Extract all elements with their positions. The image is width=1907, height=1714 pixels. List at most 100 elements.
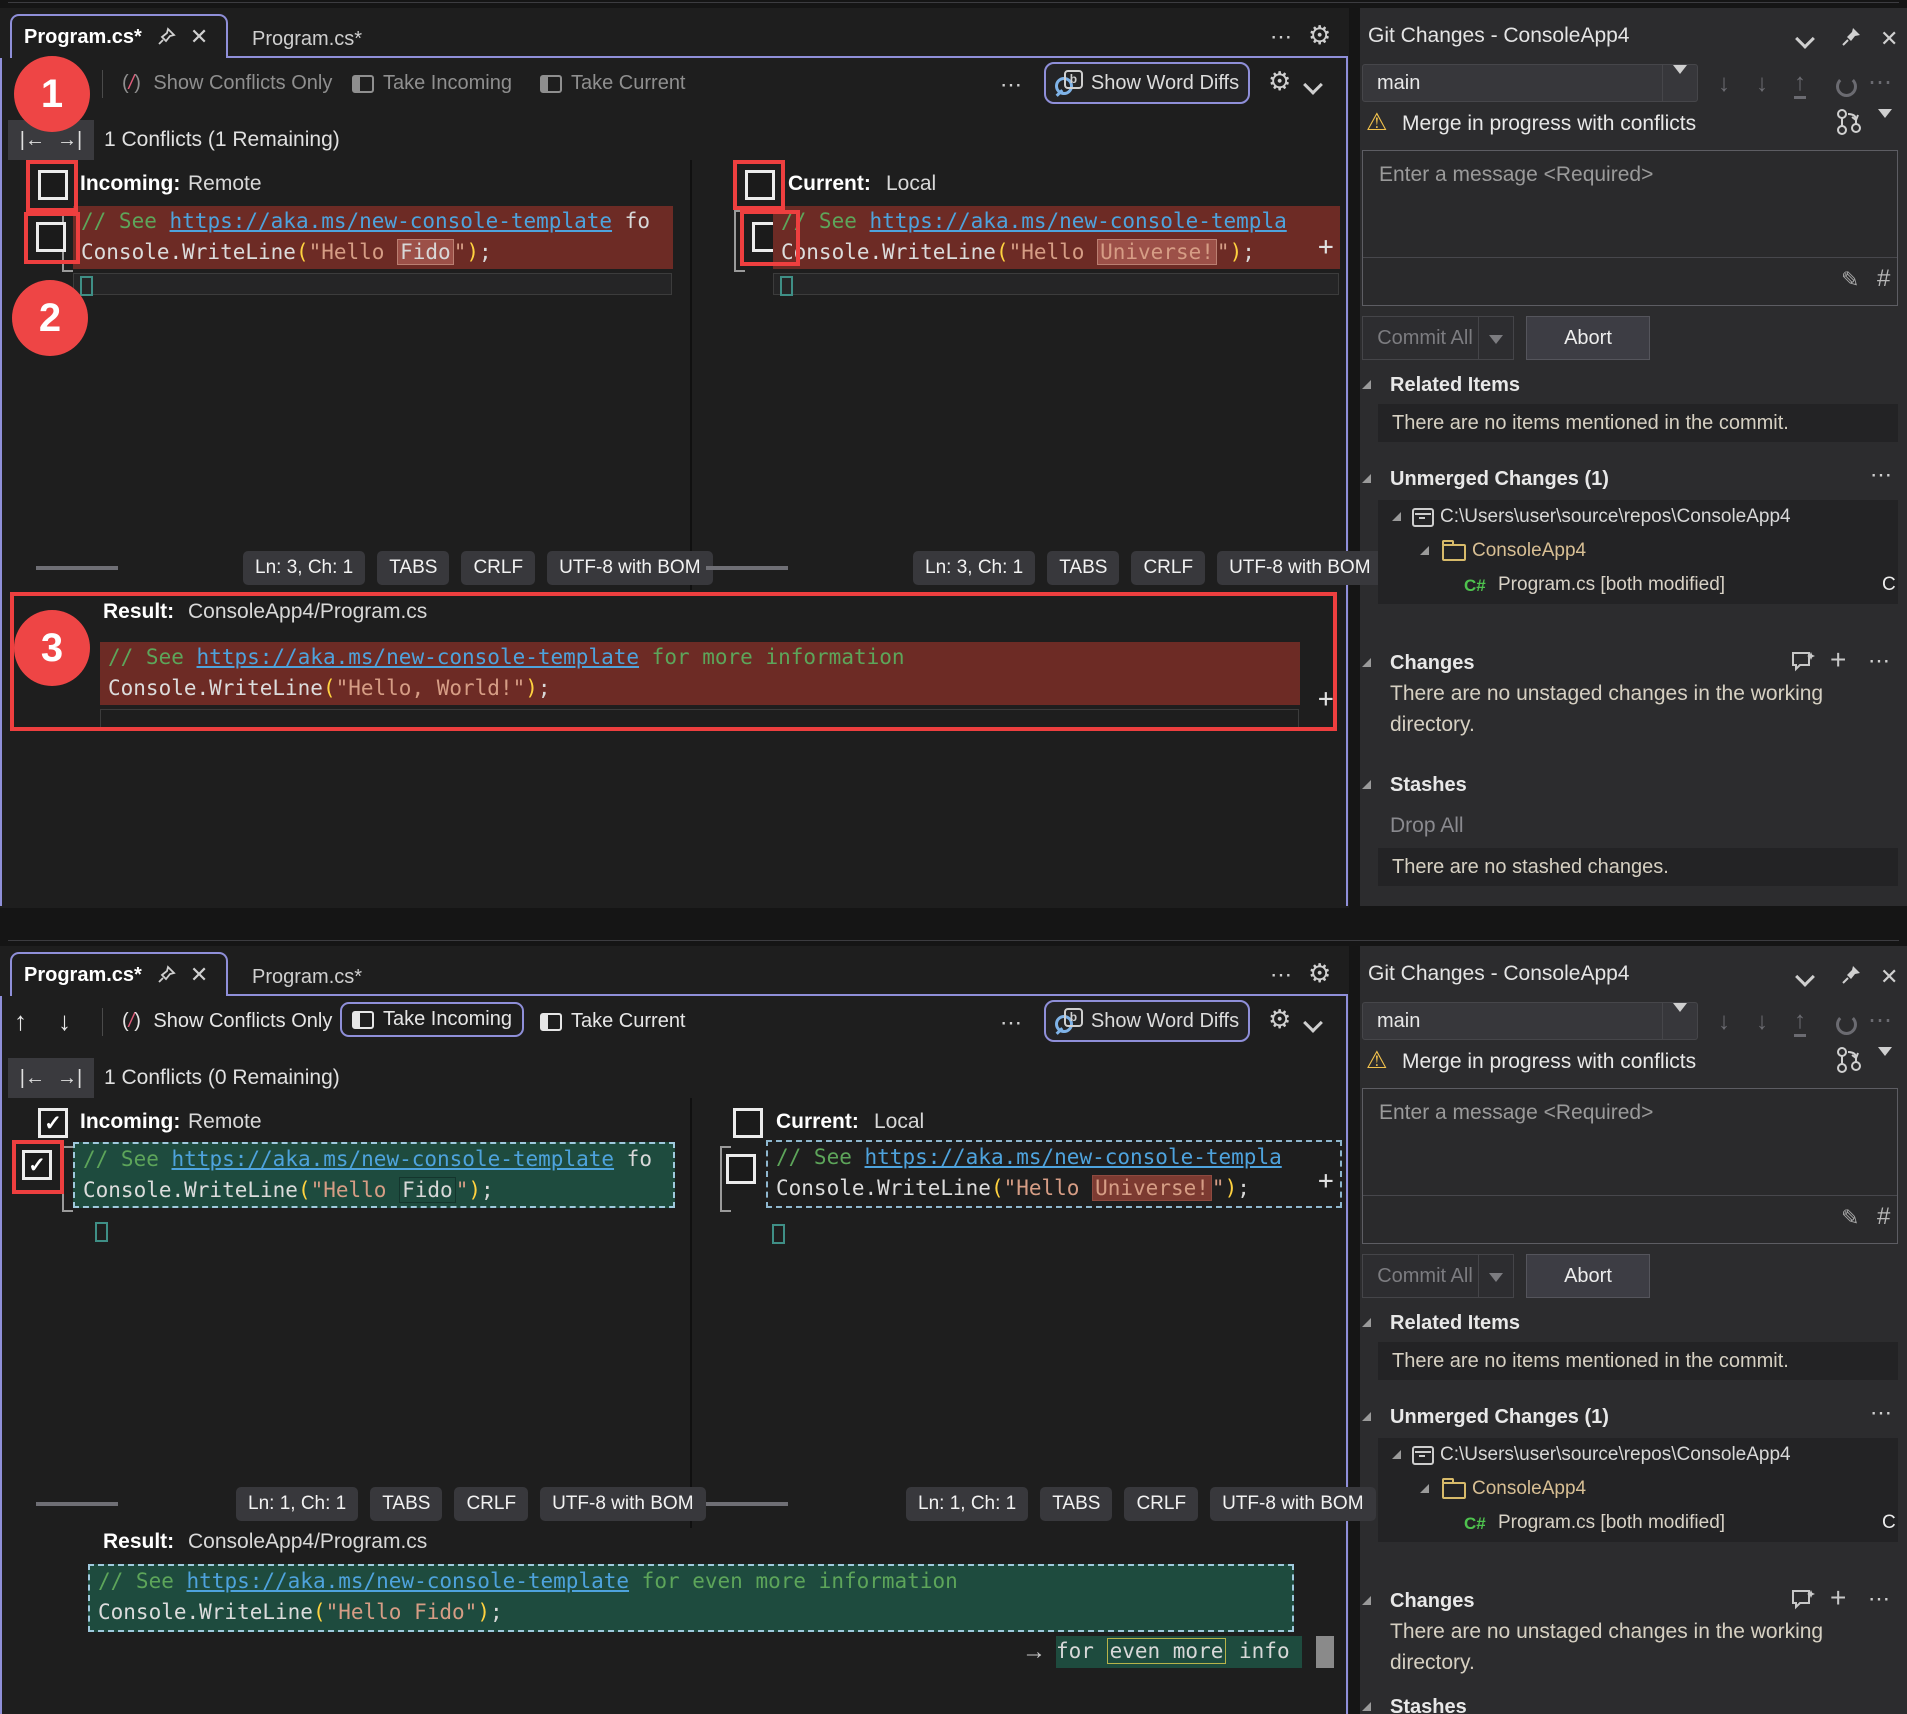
commit-all-button[interactable]: Commit All	[1362, 1254, 1514, 1298]
section-expander-icon[interactable]	[1362, 780, 1371, 789]
tree-expander-icon[interactable]	[1420, 546, 1429, 555]
panel-close-icon[interactable]: ✕	[1880, 26, 1898, 52]
panel-pin-icon[interactable]	[1840, 26, 1862, 48]
section-expander-icon[interactable]	[1362, 380, 1371, 389]
section-expander-icon[interactable]	[1362, 1702, 1371, 1711]
encoding-indicator[interactable]: UTF-8 with BOM	[1210, 1487, 1375, 1521]
diff-settings-gear-icon[interactable]: ⚙	[1268, 66, 1291, 97]
comment-sparkle-icon[interactable]	[1790, 1588, 1816, 1612]
refresh-icon[interactable]	[1836, 1014, 1857, 1035]
conflicted-file[interactable]: Program.cs [both modified]	[1498, 1512, 1725, 1534]
branch-dropdown[interactable]: main	[1362, 1002, 1698, 1040]
show-word-diffs-button[interactable]: b Show Word Diffs	[1044, 1000, 1250, 1042]
refresh-icon[interactable]	[1836, 76, 1857, 97]
take-incoming-button[interactable]: Take Incoming	[340, 1002, 524, 1037]
issue-hash-icon[interactable]: #	[1877, 1203, 1890, 1231]
tab-overflow-icon[interactable]: ⋯	[1270, 962, 1294, 988]
close-icon[interactable]: ✕	[190, 24, 208, 50]
pull-icon[interactable]: ↓	[1756, 1008, 1768, 1036]
encoding-indicator[interactable]: UTF-8 with BOM	[1217, 551, 1382, 585]
project-name[interactable]: ConsoleApp4	[1472, 1478, 1586, 1500]
changes-overflow-icon[interactable]: ⋯	[1868, 1586, 1892, 1612]
close-icon[interactable]: ✕	[190, 962, 208, 988]
stage-plus-icon[interactable]: +	[1830, 1582, 1846, 1614]
encoding-indicator[interactable]: UTF-8 with BOM	[540, 1487, 705, 1521]
branch-dropdown[interactable]: main	[1362, 64, 1698, 102]
push-icon[interactable]: ↑	[1794, 70, 1806, 99]
related-items-header[interactable]: Related Items	[1390, 374, 1520, 397]
git-overflow-icon[interactable]: ⋯	[1868, 1006, 1894, 1035]
repo-path[interactable]: C:\Users\user\source\repos\ConsoleApp4	[1440, 1444, 1791, 1466]
tree-expander-icon[interactable]	[1392, 1450, 1401, 1459]
panel-close-icon[interactable]: ✕	[1880, 964, 1898, 990]
toolbar-overflow-icon[interactable]: ⋯	[1000, 1010, 1024, 1036]
settings-gear-icon[interactable]: ⚙	[1308, 958, 1331, 989]
section-expander-icon[interactable]	[1362, 1412, 1371, 1421]
section-expander-icon[interactable]	[1362, 658, 1371, 667]
line-ending-indicator[interactable]: CRLF	[1131, 551, 1205, 585]
tab-program-cs-secondary[interactable]: Program.cs*	[238, 958, 376, 996]
go-first-conflict-icon[interactable]: |←	[20, 129, 45, 152]
show-conflicts-only-button[interactable]: (/) Show Conflicts Only	[122, 1010, 332, 1033]
chevron-down-icon[interactable]	[1306, 1016, 1320, 1035]
fetch-icon[interactable]: ↓	[1718, 1008, 1730, 1036]
current-conflict-checkbox[interactable]	[726, 1154, 756, 1184]
commit-all-button[interactable]: Commit All	[1362, 316, 1514, 360]
graph-caret-icon[interactable]	[1878, 1056, 1892, 1074]
go-last-conflict-icon[interactable]: →|	[57, 1067, 82, 1090]
comment-sparkle-icon[interactable]	[1790, 650, 1816, 674]
tabs-indicator[interactable]: TABS	[377, 551, 449, 585]
horizontal-scrollbar[interactable]	[706, 566, 788, 570]
take-current-button[interactable]: Take Current	[540, 72, 686, 95]
show-word-diffs-button[interactable]: b Show Word Diffs	[1044, 62, 1250, 104]
incoming-take-all-checkbox[interactable]: ✓	[38, 1108, 68, 1138]
panel-chevron-down-icon[interactable]	[1798, 32, 1812, 51]
move-up-icon[interactable]: ↑	[14, 1006, 27, 1037]
toolbar-overflow-icon[interactable]: ⋯	[1000, 72, 1024, 98]
take-current-button[interactable]: Take Current	[540, 1010, 686, 1033]
horizontal-scrollbar[interactable]	[36, 1502, 118, 1506]
project-name[interactable]: ConsoleApp4	[1472, 540, 1586, 562]
go-last-conflict-icon[interactable]: →|	[57, 129, 82, 152]
section-expander-icon[interactable]	[1362, 474, 1371, 483]
unmerged-overflow-icon[interactable]: ⋯	[1870, 1400, 1894, 1426]
show-conflicts-only-button[interactable]: (/) Show Conflicts Only	[122, 72, 332, 95]
abort-button[interactable]: Abort	[1526, 1254, 1650, 1298]
go-first-conflict-icon[interactable]: |←	[20, 1067, 45, 1090]
issue-hash-icon[interactable]: #	[1877, 265, 1890, 293]
tab-overflow-icon[interactable]: ⋯	[1270, 24, 1294, 50]
pin-icon[interactable]	[156, 965, 176, 985]
pull-icon[interactable]: ↓	[1756, 70, 1768, 98]
commit-message-box[interactable]: Enter a message <Required> ✎ #	[1362, 1088, 1898, 1244]
changes-header[interactable]: Changes	[1390, 1590, 1474, 1613]
tabs-indicator[interactable]: TABS	[1040, 1487, 1112, 1521]
stage-plus-icon[interactable]: +	[1830, 644, 1846, 676]
tree-expander-icon[interactable]	[1420, 1484, 1429, 1493]
commit-message-box[interactable]: Enter a message <Required> ✎ #	[1362, 150, 1898, 306]
section-expander-icon[interactable]	[1362, 1318, 1371, 1327]
horizontal-scrollbar[interactable]	[36, 566, 118, 570]
settings-gear-icon[interactable]: ⚙	[1308, 20, 1331, 51]
pin-icon[interactable]	[156, 27, 176, 47]
encoding-indicator[interactable]: UTF-8 with BOM	[547, 551, 712, 585]
branch-dropdown-caret[interactable]	[1663, 74, 1697, 92]
branch-dropdown-caret[interactable]	[1663, 1012, 1697, 1030]
vertical-scrollbar[interactable]	[1316, 1636, 1334, 1668]
diff-settings-gear-icon[interactable]: ⚙	[1268, 1004, 1291, 1035]
ai-message-icon[interactable]: ✎	[1841, 267, 1859, 293]
chevron-down-icon[interactable]	[1306, 78, 1320, 97]
move-down-icon[interactable]: ↓	[58, 1006, 71, 1037]
current-take-all-checkbox[interactable]	[733, 1108, 763, 1138]
drop-all-link[interactable]: Drop All	[1390, 814, 1464, 838]
git-graph-icon[interactable]	[1836, 1046, 1862, 1074]
unmerged-overflow-icon[interactable]: ⋯	[1870, 462, 1894, 488]
panel-pin-icon[interactable]	[1840, 964, 1862, 986]
tree-expander-icon[interactable]	[1392, 512, 1401, 521]
stashes-header[interactable]: Stashes	[1390, 774, 1467, 797]
git-graph-icon[interactable]	[1836, 108, 1862, 136]
line-ending-indicator[interactable]: CRLF	[454, 1487, 528, 1521]
commit-caret-icon[interactable]	[1489, 1273, 1503, 1282]
push-icon[interactable]: ↑	[1794, 1008, 1806, 1037]
line-ending-indicator[interactable]: CRLF	[461, 551, 535, 585]
changes-header[interactable]: Changes	[1390, 652, 1474, 675]
